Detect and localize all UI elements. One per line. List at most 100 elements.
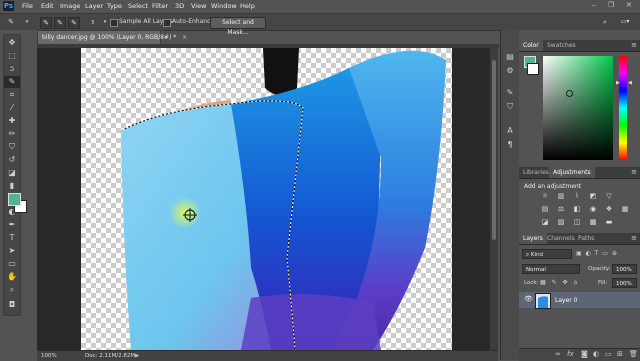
- new-selection-brush-icon[interactable]: ✎: [40, 17, 52, 29]
- quick-selection-tool-icon[interactable]: ✎: [6, 17, 16, 27]
- menu-help[interactable]: Help: [240, 2, 255, 10]
- photo-filter-icon[interactable]: ◉: [588, 205, 598, 213]
- posterize-icon[interactable]: ▨: [556, 218, 566, 226]
- blend-mode-select[interactable]: Normal: [522, 264, 580, 274]
- layer-filter-kind-select[interactable]: ⌕ Kind: [522, 249, 572, 259]
- tab-paths[interactable]: Paths: [574, 233, 598, 244]
- channel-mixer-icon[interactable]: ❖: [604, 205, 614, 213]
- marquee-tool-icon[interactable]: ⬚: [4, 50, 20, 62]
- layer-name[interactable]: Layer 0: [555, 297, 577, 304]
- select-and-mask-button[interactable]: Select and Mask...: [210, 17, 266, 36]
- lasso-tool-icon[interactable]: ↄ: [4, 63, 20, 75]
- foreground-color-swatch[interactable]: [8, 193, 21, 206]
- rectangle-tool-icon[interactable]: ▭: [4, 258, 20, 270]
- add-selection-brush-icon[interactable]: ✎: [54, 17, 66, 29]
- vibrance-icon[interactable]: ▽: [604, 192, 614, 200]
- trash-icon[interactable]: 🗑: [629, 350, 638, 358]
- lock-icons[interactable]: ▦ ✎ ✥ ⌂: [540, 279, 579, 286]
- brush-picker-chevron-icon[interactable]: ▾: [100, 17, 110, 27]
- menu-edit[interactable]: Edit: [41, 2, 54, 10]
- crop-tool-icon[interactable]: ⌗: [4, 89, 20, 101]
- vertical-scrollbar-thumb[interactable]: [492, 60, 496, 240]
- menu-window[interactable]: Window: [211, 2, 237, 10]
- tool-preset-dropdown-icon[interactable]: ▾: [22, 17, 32, 27]
- menu-3d[interactable]: 3D: [175, 2, 184, 10]
- fx-icon[interactable]: fx: [567, 350, 574, 358]
- hand-tool-icon[interactable]: ✋: [4, 271, 20, 283]
- path-selection-tool-icon[interactable]: ➤: [4, 245, 20, 257]
- sample-all-layers-checkbox[interactable]: [110, 19, 118, 27]
- tab-color[interactable]: Color: [519, 40, 543, 51]
- menu-layer[interactable]: Layer: [85, 2, 103, 10]
- tab-libraries[interactable]: Libraries: [519, 167, 553, 178]
- hue-saturation-icon[interactable]: ▤: [540, 205, 550, 213]
- color-panel-menu-icon[interactable]: ≡: [631, 40, 637, 51]
- pen-tool-icon[interactable]: ✒: [4, 219, 20, 231]
- clone-source-panel-icon[interactable]: ⛉: [505, 102, 515, 112]
- document-canvas[interactable]: [81, 48, 452, 350]
- history-brush-tool-icon[interactable]: ↺: [4, 154, 20, 166]
- auto-enhance-checkbox[interactable]: [163, 19, 171, 27]
- gradient-map-icon[interactable]: ▬: [604, 218, 614, 226]
- menu-image[interactable]: Image: [60, 2, 80, 10]
- menu-type[interactable]: Type: [107, 2, 122, 10]
- color-saturation-field[interactable]: [543, 56, 613, 160]
- color-lookup-icon[interactable]: ▦: [620, 205, 630, 213]
- character-panel-icon[interactable]: A: [505, 126, 515, 136]
- fill-field[interactable]: 100%: [612, 278, 637, 288]
- type-tool-icon[interactable]: T: [4, 232, 20, 244]
- opacity-field[interactable]: 100%: [612, 264, 637, 274]
- layers-panel-menu-icon[interactable]: ≡: [631, 233, 637, 244]
- group-icon[interactable]: ▭: [605, 350, 612, 358]
- brush-size-picker[interactable]: 5: [88, 17, 98, 27]
- subtract-selection-brush-icon[interactable]: ✎: [68, 17, 80, 29]
- color-picker-cursor[interactable]: [566, 90, 573, 97]
- layer-visibility-eye-icon[interactable]: 👁: [524, 295, 533, 303]
- black-white-icon[interactable]: ◧: [572, 205, 582, 213]
- tab-swatches[interactable]: Swatches: [543, 40, 580, 51]
- link-icon[interactable]: ∞: [555, 350, 561, 358]
- levels-icon[interactable]: ▥: [556, 192, 566, 200]
- menu-select[interactable]: Select: [128, 2, 148, 10]
- zoom-tool-icon[interactable]: ⌕: [4, 284, 20, 296]
- invert-icon[interactable]: ◪: [540, 218, 550, 226]
- eraser-tool-icon[interactable]: ◪: [4, 167, 20, 179]
- layer-filter-icons[interactable]: ▣ ◐ T ▭ ⊕: [576, 250, 618, 257]
- menu-filter[interactable]: Filter: [152, 2, 168, 10]
- move-tool-icon[interactable]: ✥: [4, 37, 20, 49]
- workspace-switcher-icon[interactable]: ▭▾: [616, 17, 634, 27]
- selective-color-icon[interactable]: ▩: [588, 218, 598, 226]
- mask-icon[interactable]: ◙: [581, 350, 588, 358]
- menu-view[interactable]: View: [191, 2, 206, 10]
- close-window-button[interactable]: ✕: [626, 1, 632, 9]
- history-panel-icon[interactable]: ▤: [505, 52, 515, 62]
- brightness-contrast-icon[interactable]: ☼: [540, 192, 550, 200]
- brush-panel-icon[interactable]: ✎: [505, 88, 515, 98]
- brush-tool-icon[interactable]: ✏: [4, 128, 20, 140]
- quick-mask-icon[interactable]: ◘: [4, 299, 20, 311]
- gradient-tool-icon[interactable]: ▮: [4, 180, 20, 192]
- curves-icon[interactable]: ⌇: [572, 192, 582, 200]
- threshold-icon[interactable]: ◫: [572, 218, 582, 226]
- clone-stamp-tool-icon[interactable]: ⛉: [4, 141, 20, 153]
- close-tab-icon[interactable]: ×: [182, 34, 187, 41]
- exposure-icon[interactable]: ◩: [588, 192, 598, 200]
- panel-background-swatch[interactable]: [527, 63, 539, 75]
- healing-brush-tool-icon[interactable]: ✚: [4, 115, 20, 127]
- document-tab[interactable]: billy dancer.jpg @ 100% (Layer 0, RGB/8#…: [37, 30, 187, 44]
- eyedropper-tool-icon[interactable]: ⁄: [4, 102, 20, 114]
- new-layer-icon[interactable]: ⊞: [617, 350, 623, 358]
- paragraph-panel-icon[interactable]: ¶: [505, 140, 515, 150]
- search-icon[interactable]: ⌕: [600, 17, 610, 27]
- properties-panel-icon[interactable]: ⚙: [505, 66, 515, 76]
- canvas-area[interactable]: [37, 48, 498, 350]
- adjustment-layer-icon[interactable]: ◐: [593, 350, 599, 358]
- menu-file[interactable]: File: [22, 2, 33, 10]
- tab-adjustments[interactable]: Adjustments: [549, 167, 595, 178]
- adjustments-panel-menu-icon[interactable]: ≡: [631, 167, 637, 178]
- hue-slider[interactable]: [619, 56, 627, 160]
- minimize-button[interactable]: –: [592, 1, 596, 9]
- quick-selection-tool-icon[interactable]: ✎: [4, 76, 20, 88]
- color-balance-icon[interactable]: ⚖: [556, 205, 566, 213]
- maximize-button[interactable]: ❐: [608, 1, 614, 9]
